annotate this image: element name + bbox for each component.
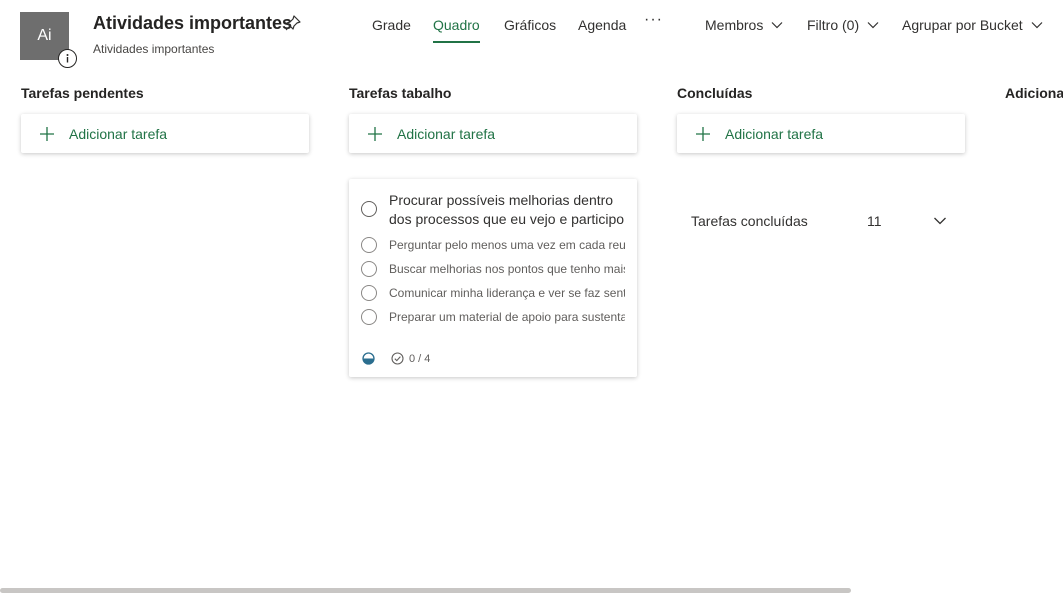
add-task-label: Adicionar tarefa xyxy=(69,125,168,142)
checklist-icon xyxy=(391,352,404,365)
checklist-item[interactable]: Preparar um material de apoio para suste… xyxy=(361,308,631,326)
pin-icon[interactable] xyxy=(284,14,302,32)
bucket-title-trabalho[interactable]: Tarefas tabalho xyxy=(349,85,451,101)
checklist-checkbox[interactable] xyxy=(361,285,377,301)
active-tab-indicator xyxy=(433,41,480,43)
completed-tasks-label[interactable]: Tarefas concluídas xyxy=(691,213,808,229)
checklist-count: 0 / 4 xyxy=(409,353,431,365)
add-task-label: Adicionar tarefa xyxy=(725,125,824,142)
chevron-down-icon xyxy=(771,22,783,29)
group-by-menu[interactable]: Agrupar por Bucket xyxy=(902,17,1043,33)
plus-icon xyxy=(696,126,710,141)
checklist-item-text: Buscar melhorias nos pontos que tenho ma… xyxy=(389,262,625,276)
chevron-down-icon[interactable] xyxy=(933,214,947,228)
plus-icon xyxy=(40,126,54,141)
add-task-button[interactable]: Adicionar tarefa xyxy=(677,114,965,153)
bucket-title-pendentes[interactable]: Tarefas pendentes xyxy=(21,85,144,101)
checklist-checkbox[interactable] xyxy=(361,309,377,325)
task-title[interactable]: Procurar possíveis melhorias dentro dos … xyxy=(389,191,629,229)
task-complete-checkbox[interactable] xyxy=(361,201,377,217)
checklist-item[interactable]: Buscar melhorias nos pontos que tenho ma… xyxy=(361,260,631,278)
checklist-item[interactable]: Perguntar pelo menos uma vez em cada reu… xyxy=(361,236,631,254)
chevron-down-icon xyxy=(867,22,879,29)
checklist-item-text: Preparar um material de apoio para suste… xyxy=(389,310,625,324)
horizontal-scrollbar[interactable] xyxy=(0,588,851,593)
avatar-text: Ai xyxy=(37,27,52,44)
task-card[interactable]: Procurar possíveis melhorias dentro dos … xyxy=(349,179,637,377)
add-task-label: Adicionar tarefa xyxy=(397,125,496,142)
add-task-button[interactable]: Adicionar tarefa xyxy=(349,114,637,153)
plan-subtitle: Atividades importantes xyxy=(93,42,215,56)
checklist-item-text: Comunicar minha liderança e ver se faz s… xyxy=(389,286,625,300)
progress-icon[interactable] xyxy=(362,352,375,365)
checklist-item[interactable]: Comunicar minha liderança e ver se faz s… xyxy=(361,284,631,302)
completed-tasks-count: 11 xyxy=(867,213,882,229)
plan-title[interactable]: Atividades importantes xyxy=(93,13,292,34)
filter-menu[interactable]: Filtro (0) xyxy=(807,17,879,33)
tab-grade[interactable]: Grade xyxy=(372,17,411,33)
bucket-title-concluidas[interactable]: Concluídas xyxy=(677,85,752,101)
group-by-label: Agrupar por Bucket xyxy=(902,17,1023,33)
checklist-checkbox[interactable] xyxy=(361,261,377,277)
members-label: Membros xyxy=(705,17,764,33)
info-icon[interactable] xyxy=(58,49,77,68)
add-task-button[interactable]: Adicionar tarefa xyxy=(21,114,309,153)
more-options-icon[interactable]: ··· xyxy=(644,11,663,29)
add-bucket-button[interactable]: Adicionar xyxy=(1005,85,1063,101)
tab-graficos[interactable]: Gráficos xyxy=(504,17,556,33)
checklist-item-text: Perguntar pelo menos uma vez em cada reu… xyxy=(389,238,625,252)
chevron-down-icon xyxy=(1031,22,1043,29)
members-menu[interactable]: Membros xyxy=(705,17,783,33)
tab-agenda[interactable]: Agenda xyxy=(578,17,626,33)
tab-quadro[interactable]: Quadro xyxy=(433,17,480,33)
filter-label: Filtro (0) xyxy=(807,17,860,33)
plus-icon xyxy=(368,126,382,141)
checklist-checkbox[interactable] xyxy=(361,237,377,253)
